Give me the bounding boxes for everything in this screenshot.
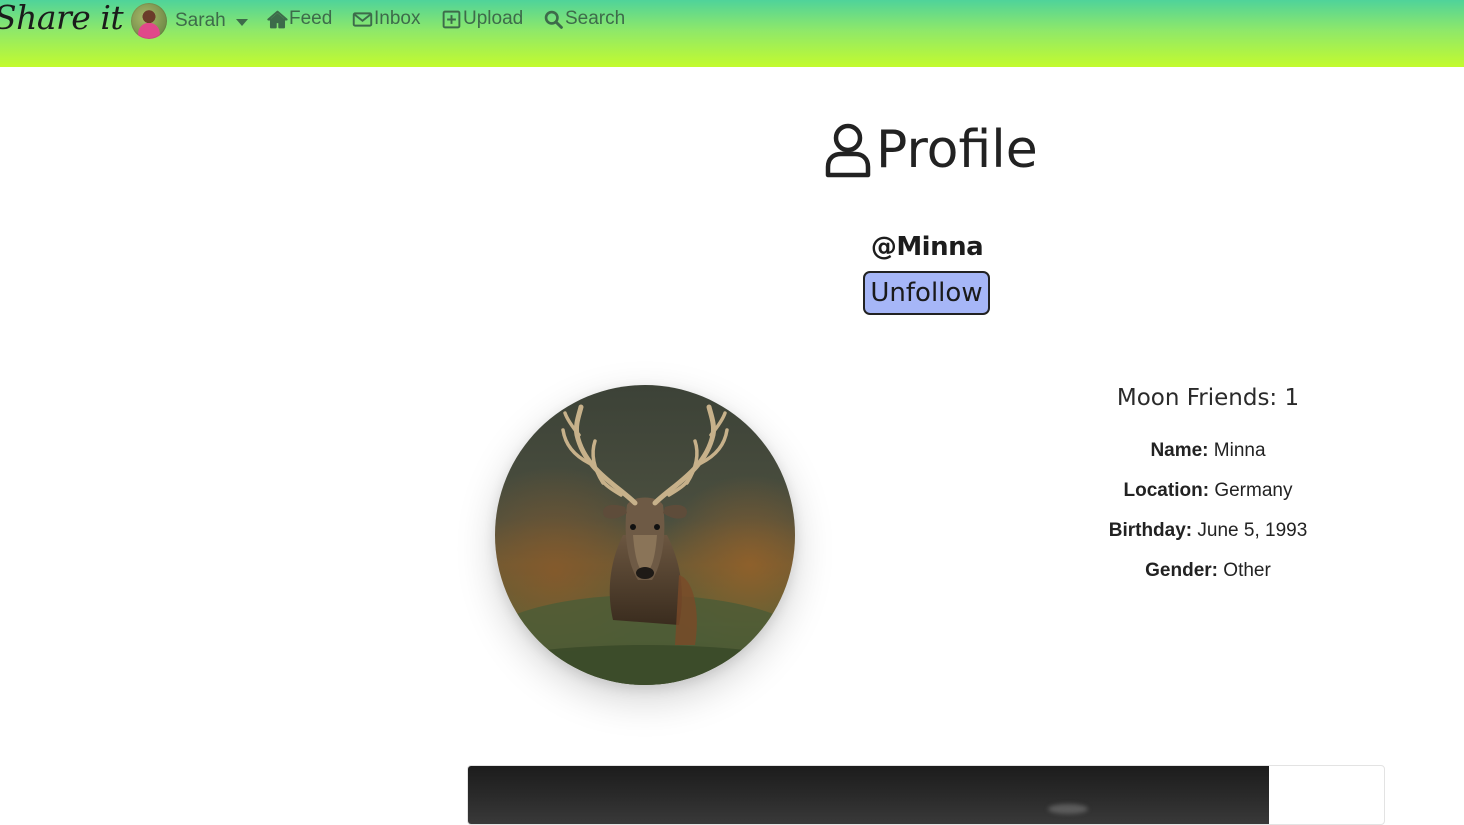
post-card[interactable] [467, 765, 1385, 825]
profile-handle: @Minna [870, 232, 984, 262]
info-name-key: Name: [1150, 440, 1209, 461]
info-name: Name: Minna [1000, 431, 1416, 471]
post-image[interactable] [468, 766, 1269, 824]
info-location-value: Germany [1214, 480, 1293, 501]
page-title: Profile [822, 120, 1038, 180]
post-image-highlight [1048, 804, 1088, 814]
page-title-text: Profile [876, 120, 1038, 180]
profile-avatar [495, 385, 795, 685]
brand-logo[interactable]: Share it [0, 0, 124, 37]
top-navbar: Share it Sarah Feed Inbox Upload Search [0, 0, 1464, 67]
info-birthday-key: Birthday: [1108, 520, 1193, 541]
info-birthday-value: June 5, 1993 [1197, 520, 1308, 541]
user-name: Sarah [175, 10, 226, 31]
info-gender-value: Other [1223, 560, 1271, 581]
info-birthday: Birthday: June 5, 1993 [1000, 511, 1416, 551]
user-menu-dropdown[interactable]: Sarah [131, 3, 248, 39]
nav-feed-label: Feed [289, 8, 333, 29]
nav-search-link[interactable]: Search [543, 8, 625, 30]
nav-upload-label: Upload [463, 8, 524, 29]
home-icon [267, 10, 288, 28]
nav-inbox-label: Inbox [374, 8, 421, 29]
caret-down-icon [235, 18, 248, 26]
nav-feed-link[interactable]: Feed [267, 8, 332, 30]
nav-upload-link[interactable]: Upload [441, 8, 523, 30]
profile-stats: Moon Friends: 1 Name: Minna Location: Ge… [1000, 378, 1416, 591]
unfollow-button[interactable]: Unfollow [863, 271, 990, 315]
moon-friends-count[interactable]: Moon Friends: 1 [1000, 378, 1416, 418]
nav-search-label: Search [565, 8, 626, 29]
info-gender-key: Gender: [1145, 560, 1219, 581]
info-name-value: Minna [1213, 440, 1266, 461]
envelope-icon [352, 11, 373, 27]
info-location-key: Location: [1123, 480, 1210, 501]
info-location: Location: Germany [1000, 471, 1416, 511]
deer-photo [495, 385, 795, 685]
search-icon [544, 10, 563, 29]
plus-square-icon [442, 10, 461, 28]
user-avatar [131, 3, 167, 39]
nav-inbox-link[interactable]: Inbox [352, 8, 420, 30]
info-gender: Gender: Other [1000, 551, 1416, 591]
user-icon [825, 123, 871, 178]
